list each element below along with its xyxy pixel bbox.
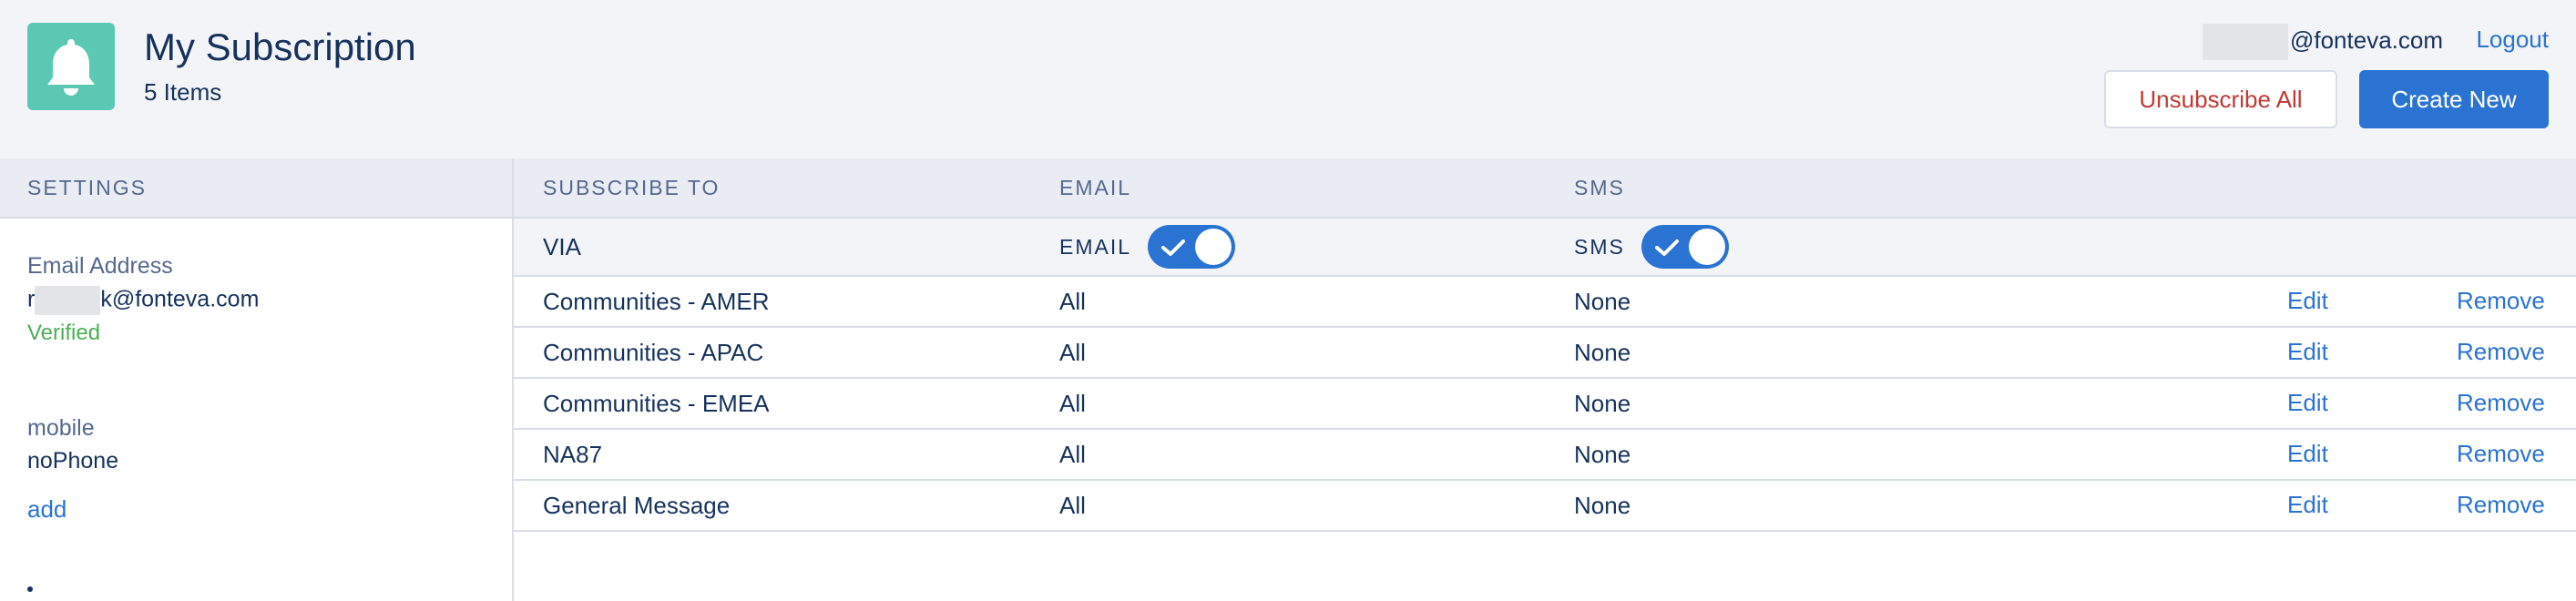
table-row: Communities - AMER All None Edit Remove — [514, 277, 2576, 328]
settings-heading: SETTINGS — [0, 158, 512, 219]
sms-setting: None — [1574, 288, 1631, 315]
table-row: Communities - EMEA All None Edit Remove — [514, 379, 2576, 430]
user-email-domain: @fonteva.com — [2289, 25, 2443, 54]
sms-setting: None — [1574, 339, 1631, 366]
email-start: r — [27, 286, 36, 312]
subscription-name: NA87 — [543, 441, 603, 468]
add-mobile-link[interactable]: add — [27, 495, 66, 524]
subscription-name: Communities - APAC — [543, 339, 764, 366]
email-address-label: Email Address — [27, 253, 173, 279]
logout-link[interactable]: Logout — [2476, 25, 2549, 54]
remove-link[interactable]: Remove — [2457, 430, 2545, 477]
edit-link[interactable]: Edit — [2287, 430, 2328, 477]
edit-link[interactable]: Edit — [2287, 277, 2328, 324]
page-title: My Subscription — [144, 25, 416, 68]
email-end: k@fonteva.com — [100, 286, 260, 312]
subscription-name: General Message — [543, 492, 731, 519]
via-label: VIA — [543, 233, 581, 260]
email-toggle[interactable] — [1148, 225, 1236, 269]
checkmark-icon — [1654, 239, 1679, 256]
email-setting: All — [1059, 339, 1086, 366]
mobile-value: noPhone — [27, 448, 119, 474]
remove-link[interactable]: Remove — [2457, 328, 2545, 375]
mobile-label: mobile — [27, 415, 95, 441]
edit-link[interactable]: Edit — [2287, 481, 2328, 528]
sms-setting: None — [1574, 390, 1631, 417]
sms-setting: None — [1574, 492, 1631, 519]
subscription-name: Communities - AMER — [543, 288, 770, 315]
email-via-label: EMAIL — [1059, 234, 1132, 259]
email-setting: All — [1059, 288, 1086, 315]
table-row: General Message All None Edit Remove — [514, 481, 2576, 532]
checkmark-icon — [1161, 239, 1186, 256]
user-email: @fonteva.com — [2202, 24, 2443, 60]
email-verified-status: Verified — [27, 321, 101, 345]
settings-sidebar: SETTINGS Email Address r k@fonteva.com Ve… — [0, 158, 514, 601]
redacted-block — [35, 286, 101, 315]
column-sms: SMS — [1574, 176, 1625, 199]
remove-link[interactable]: Remove — [2457, 277, 2545, 324]
email-setting: All — [1059, 492, 1086, 519]
subscription-name: Communities - EMEA — [543, 390, 770, 417]
item-count: 5 Items — [144, 78, 222, 106]
email-setting: All — [1059, 390, 1086, 417]
email-address-value: r k@fonteva.com — [27, 286, 259, 315]
column-subscribe-to: SUBSCRIBE TO — [543, 176, 721, 199]
subscription-table: SUBSCRIBE TO EMAIL SMS VIA EMAIL SMS Com… — [514, 158, 2576, 601]
bell-icon — [27, 23, 115, 110]
email-setting: All — [1059, 441, 1086, 468]
sms-setting: None — [1574, 441, 1631, 468]
via-row: VIA EMAIL SMS — [514, 219, 2576, 277]
create-new-button[interactable]: Create New — [2359, 70, 2549, 128]
edit-link[interactable]: Edit — [2287, 328, 2328, 375]
table-header: SUBSCRIBE TO EMAIL SMS — [514, 158, 2576, 219]
sms-via-label: SMS — [1574, 234, 1625, 259]
sms-toggle[interactable] — [1641, 225, 1729, 269]
remove-link[interactable]: Remove — [2457, 481, 2545, 528]
sms-via-cell: SMS — [1574, 219, 1729, 275]
toggle-knob — [1688, 229, 1725, 265]
redacted-block — [2202, 24, 2288, 60]
email-via-cell: EMAIL — [1059, 219, 1236, 275]
unsubscribe-all-button[interactable]: Unsubscribe All — [2104, 70, 2337, 128]
table-row: NA87 All None Edit Remove — [514, 430, 2576, 481]
remove-link[interactable]: Remove — [2457, 379, 2545, 426]
table-row: Communities - APAC All None Edit Remove — [514, 328, 2576, 379]
truncated-field — [27, 586, 33, 592]
edit-link[interactable]: Edit — [2287, 379, 2328, 426]
toggle-knob — [1195, 229, 1232, 265]
column-email: EMAIL — [1059, 176, 1132, 199]
page-header: My Subscription 5 Items @fonteva.com Log… — [0, 0, 2576, 158]
